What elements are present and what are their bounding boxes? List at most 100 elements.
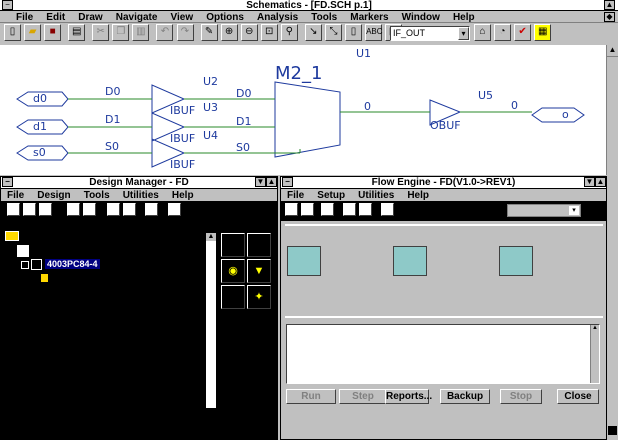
menu-file[interactable]: File bbox=[16, 12, 33, 23]
pencil-icon[interactable]: ✎ bbox=[200, 24, 218, 41]
paste-icon[interactable]: ▥ bbox=[132, 24, 150, 41]
zoom-fit-icon[interactable]: ⚲ bbox=[280, 24, 298, 41]
floorplanner-tool-icon[interactable] bbox=[221, 285, 245, 309]
dm-minimize-button[interactable]: ▼ bbox=[255, 177, 266, 187]
dm-tree-vscrollbar[interactable]: ▲ bbox=[206, 233, 216, 408]
probe-icon[interactable]: ✔ bbox=[514, 24, 532, 41]
fe-dropdown-arrow-icon[interactable]: ▾ bbox=[569, 206, 579, 215]
zoom-out-icon[interactable]: ⊖ bbox=[240, 24, 258, 41]
fe-menu-help[interactable]: Help bbox=[407, 190, 429, 201]
copy-icon[interactable]: ❐ bbox=[112, 24, 130, 41]
project-folder-icon[interactable] bbox=[5, 231, 19, 241]
map-step-icon[interactable] bbox=[393, 246, 427, 276]
mux-name-label: M2_1 bbox=[275, 63, 323, 84]
revision-node-icon[interactable] bbox=[41, 274, 48, 282]
fe-maximize-button[interactable]: ▲ bbox=[595, 177, 606, 187]
dm-info-icon[interactable] bbox=[145, 203, 159, 216]
dm-menu-design[interactable]: Design bbox=[37, 190, 70, 201]
fe-tool-1-icon[interactable] bbox=[285, 203, 298, 216]
get-part-icon[interactable]: ▯ bbox=[345, 24, 362, 41]
step-button[interactable]: Step bbox=[339, 389, 387, 404]
reports-button[interactable]: Reports... bbox=[385, 389, 432, 404]
dm-log-icon[interactable] bbox=[123, 203, 137, 216]
schematic-canvas[interactable]: d0 d1 s0 D0 D1 S0 IBUF IBUF IBUF U2 U3 U… bbox=[0, 45, 606, 175]
close-button[interactable]: Close bbox=[557, 389, 599, 404]
fe-log-area[interactable]: ▲ bbox=[286, 324, 600, 384]
timing-analyzer-tool-icon[interactable] bbox=[247, 233, 271, 257]
schematic-view-icon[interactable]: ▦ bbox=[534, 24, 552, 41]
schematic-vscrollbar[interactable]: ▲ bbox=[606, 45, 618, 175]
draw-bus-icon[interactable]: ⤡ bbox=[324, 24, 342, 41]
dm-report-icon[interactable] bbox=[107, 203, 121, 216]
menu-tools[interactable]: Tools bbox=[311, 12, 337, 23]
dm-list-icon[interactable] bbox=[83, 203, 97, 216]
prom-file-tool-icon[interactable]: ◉ bbox=[221, 259, 245, 283]
mux-shape bbox=[274, 81, 341, 158]
fe-tool-4-icon[interactable] bbox=[343, 203, 357, 216]
flow-engine-window: Flow Engine - FD(V1.0->REV1) − ▼ ▲ File … bbox=[280, 176, 607, 440]
menu-edit[interactable]: Edit bbox=[46, 12, 65, 23]
menu-navigate[interactable]: Navigate bbox=[116, 12, 158, 23]
menu-help[interactable]: Help bbox=[453, 12, 475, 23]
fe-menu-utilities[interactable]: Utilities bbox=[358, 190, 394, 201]
tree-expander-icon[interactable] bbox=[21, 261, 29, 269]
menu-options[interactable]: Options bbox=[206, 12, 244, 23]
dm-system-menu-button[interactable]: − bbox=[2, 177, 13, 187]
menu-draw[interactable]: Draw bbox=[78, 12, 102, 23]
fe-tool-6-icon[interactable] bbox=[381, 203, 395, 216]
app-menubar: File Edit Draw Navigate View Options Ana… bbox=[0, 11, 618, 23]
dm-menu-tools[interactable]: Tools bbox=[84, 190, 110, 201]
marker-icon[interactable]: ◔ bbox=[494, 24, 512, 41]
fe-step-dropdown[interactable]: ▾ bbox=[507, 204, 581, 217]
fe-menu-setup[interactable]: Setup bbox=[317, 190, 345, 201]
dm-menu-utilities[interactable]: Utilities bbox=[123, 190, 159, 201]
print-icon[interactable]: ▤ bbox=[68, 24, 86, 41]
scroll-up-button[interactable]: ▲ bbox=[604, 0, 615, 10]
fe-tool-3-icon[interactable] bbox=[321, 203, 335, 216]
window-menu-button[interactable]: ◆ bbox=[604, 12, 615, 22]
draw-wire-icon[interactable]: ↘ bbox=[304, 24, 322, 41]
new-icon[interactable]: ▯ bbox=[4, 24, 21, 41]
dm-new-icon[interactable] bbox=[7, 203, 20, 216]
dm-schematic-icon[interactable] bbox=[67, 203, 81, 216]
desktop-scroll-icon[interactable] bbox=[608, 426, 617, 435]
toolbar-right-group: ⌂ ◔ ✔ ▦ bbox=[474, 24, 552, 41]
dm-copy-icon[interactable] bbox=[39, 203, 53, 216]
dm-maximize-button[interactable]: ▲ bbox=[266, 177, 277, 187]
menu-markers[interactable]: Markers bbox=[350, 12, 388, 23]
undo-icon[interactable]: ↶ bbox=[156, 24, 174, 41]
cut-icon[interactable]: ✂ bbox=[92, 24, 110, 41]
system-menu-button[interactable]: − bbox=[2, 0, 13, 10]
chevron-down-icon[interactable]: ▾ bbox=[458, 27, 469, 40]
net-alias-icon[interactable]: ABC bbox=[365, 24, 383, 41]
dm-menu-help[interactable]: Help bbox=[172, 190, 194, 201]
translate-step-icon[interactable] bbox=[287, 246, 321, 276]
menu-analysis[interactable]: Analysis bbox=[257, 12, 298, 23]
fe-tool-5-icon[interactable] bbox=[359, 203, 373, 216]
fe-tool-2-icon[interactable] bbox=[301, 203, 315, 216]
menu-view[interactable]: View bbox=[171, 12, 194, 23]
dm-open-icon[interactable] bbox=[23, 203, 37, 216]
run-button[interactable]: Run bbox=[286, 389, 336, 404]
dm-blank-icon[interactable] bbox=[167, 203, 181, 216]
zoom-in-icon[interactable]: ⊕ bbox=[220, 24, 238, 41]
open-folder-icon[interactable]: ▰ bbox=[24, 24, 42, 41]
fe-minimize-button[interactable]: ▼ bbox=[584, 177, 595, 187]
epic-editor-tool-icon[interactable]: ✦ bbox=[247, 285, 271, 309]
flow-engine-tool-icon[interactable] bbox=[221, 233, 245, 257]
stop-button[interactable]: Stop bbox=[500, 389, 542, 404]
zoom-area-icon[interactable]: ⊡ bbox=[260, 24, 278, 41]
save-icon[interactable]: ■ bbox=[44, 24, 62, 41]
fe-log-vscrollbar[interactable]: ▲ bbox=[590, 325, 599, 383]
fe-system-menu-button[interactable]: − bbox=[282, 177, 293, 187]
backup-button[interactable]: Backup bbox=[440, 389, 490, 404]
menu-window[interactable]: Window bbox=[402, 12, 440, 23]
redo-icon[interactable]: ↷ bbox=[176, 24, 194, 41]
simulate-icon[interactable]: ⌂ bbox=[474, 24, 491, 41]
fe-menu-file[interactable]: File bbox=[287, 190, 304, 201]
dm-menu-file[interactable]: File bbox=[7, 190, 24, 201]
download-tool-icon[interactable]: ▼ bbox=[247, 259, 271, 283]
design-node-icon[interactable] bbox=[17, 245, 29, 257]
place-route-step-icon[interactable] bbox=[499, 246, 533, 276]
device-node-label[interactable]: 4003PC84-4 bbox=[45, 259, 100, 269]
